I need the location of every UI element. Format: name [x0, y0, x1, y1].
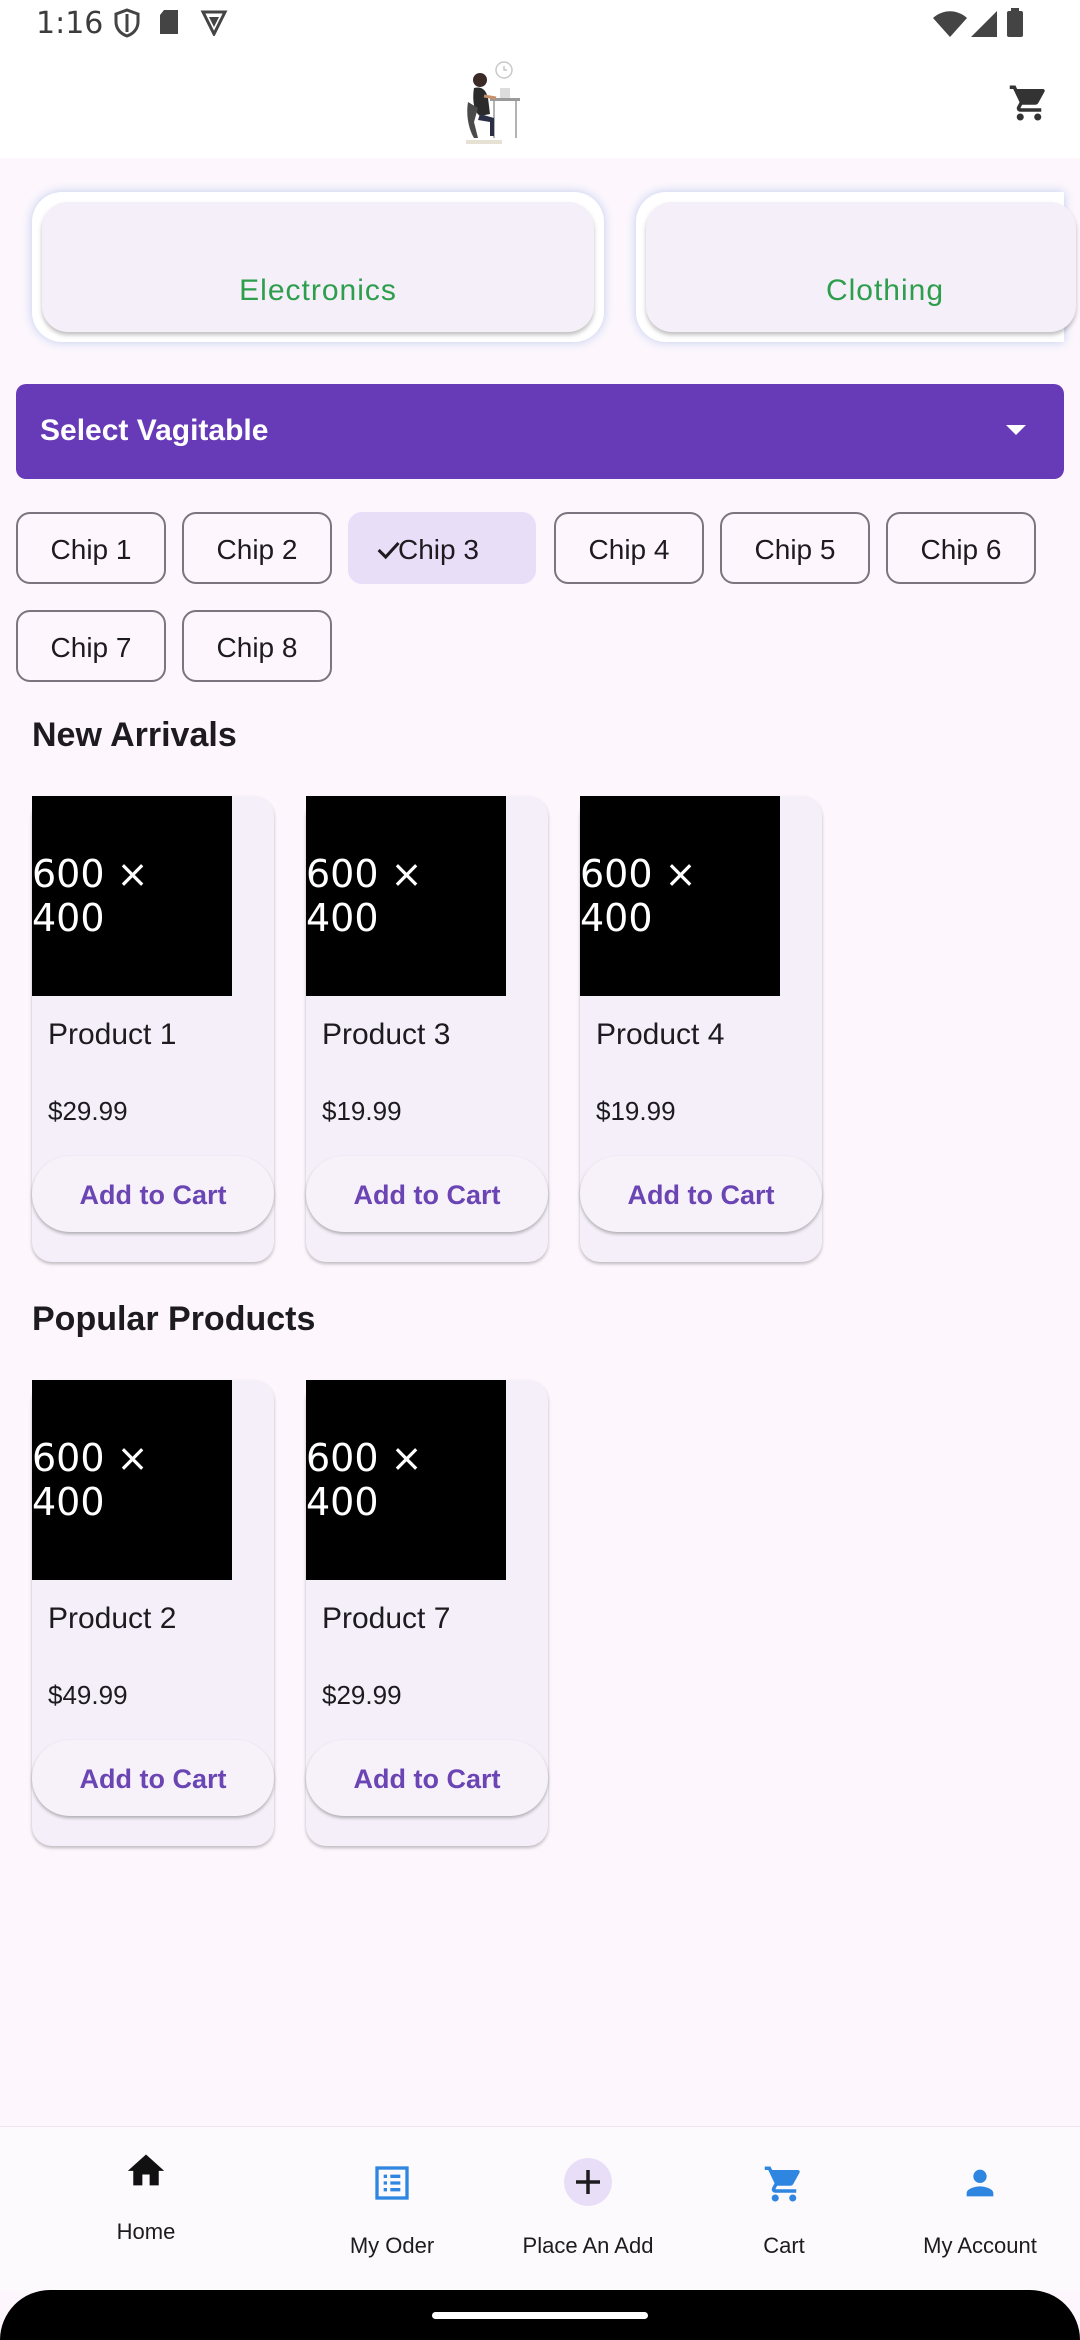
- nav-item-cart[interactable]: Cart: [684, 2127, 884, 2291]
- category-card-inner: Clothing: [646, 202, 1076, 332]
- chip-5[interactable]: Chip 5: [720, 512, 870, 584]
- category-label: Electronics: [239, 274, 397, 307]
- chip-label: Chip 1: [50, 534, 132, 565]
- chip-3[interactable]: Chip 3: [348, 512, 536, 584]
- sd-card-icon: [160, 10, 178, 34]
- dropdown-arrow-icon: [1006, 425, 1026, 435]
- add-circle-icon: [564, 2158, 612, 2206]
- product-price: $49.99: [48, 1680, 128, 1710]
- chip-label: Chip 6: [920, 534, 1002, 565]
- status-bar: 1:16: [0, 0, 1080, 50]
- product-name: Product 3: [322, 1018, 451, 1051]
- product-card[interactable]: 600 × 400 Product 4 $19.99 Add to Cart: [580, 796, 822, 1262]
- nav-label: Cart: [763, 2233, 805, 2258]
- app-logo: [466, 61, 520, 144]
- add-to-cart-label: Add to Cart: [353, 1180, 501, 1210]
- nav-item-my-account[interactable]: My Account: [880, 2127, 1080, 2291]
- chip-label: Chip 3: [398, 534, 479, 565]
- list-icon: [375, 2166, 409, 2200]
- app-bar: [0, 50, 1080, 158]
- product-card[interactable]: 600 × 400 Product 2 $49.99 Add to Cart: [32, 1380, 274, 1846]
- cart-icon: [764, 2166, 800, 2202]
- product-image: 600 × 400: [32, 1380, 232, 1580]
- nav-label: Home: [116, 2219, 176, 2244]
- category-card-electronics[interactable]: Electronics: [32, 192, 604, 342]
- bottom-navigation: Home My Oder Place An Add Cart My Accoun…: [0, 2126, 1080, 2291]
- add-to-cart-button[interactable]: Add to Cart: [306, 1156, 548, 1232]
- add-to-cart-button[interactable]: Add to Cart: [306, 1740, 548, 1816]
- chip-label: Chip 8: [216, 632, 298, 663]
- product-image: 600 × 400: [306, 1380, 506, 1580]
- vegetable-dropdown[interactable]: Select Vagitable: [16, 384, 1064, 479]
- nav-label: My Account: [923, 2233, 1037, 2258]
- add-to-cart-label: Add to Cart: [79, 1180, 227, 1210]
- home-icon: [127, 2154, 165, 2186]
- category-card-inner: Electronics: [42, 202, 594, 332]
- nav-item-home[interactable]: Home: [46, 2127, 246, 2291]
- cart-icon[interactable]: [1008, 82, 1050, 124]
- add-to-cart-label: Add to Cart: [353, 1764, 501, 1794]
- product-name: Product 2: [48, 1602, 177, 1635]
- chip-8[interactable]: Chip 8: [182, 610, 332, 682]
- wifi-icon: [933, 11, 967, 37]
- add-to-cart-label: Add to Cart: [79, 1764, 227, 1794]
- chip-7[interactable]: Chip 7: [16, 610, 166, 682]
- nav-item-place-an-add[interactable]: Place An Add: [488, 2127, 688, 2291]
- section-title-new-arrivals: New Arrivals: [32, 716, 237, 754]
- status-time: 1:16: [36, 6, 104, 41]
- product-price: $29.99: [48, 1096, 128, 1126]
- product-image: 600 × 400: [306, 796, 506, 996]
- product-price: $19.99: [596, 1096, 676, 1126]
- person-icon: [966, 2169, 994, 2197]
- chip-2[interactable]: Chip 2: [182, 512, 332, 584]
- chip-1[interactable]: Chip 1: [16, 512, 166, 584]
- gesture-area: [0, 2290, 1080, 2340]
- product-card[interactable]: 600 × 400 Product 7 $29.99 Add to Cart: [306, 1380, 548, 1846]
- nav-item-my-order[interactable]: My Oder: [292, 2127, 492, 2291]
- product-card[interactable]: 600 × 400 Product 3 $19.99 Add to Cart: [306, 796, 548, 1262]
- chip-label: Chip 7: [50, 632, 132, 663]
- product-name: Product 1: [48, 1018, 177, 1051]
- product-name: Product 7: [322, 1602, 451, 1635]
- chip-label: Chip 4: [588, 534, 670, 565]
- dropdown-label: Select Vagitable: [40, 414, 269, 447]
- add-to-cart-button[interactable]: Add to Cart: [580, 1156, 822, 1232]
- product-image: 600 × 400: [580, 796, 780, 996]
- add-to-cart-label: Add to Cart: [627, 1180, 775, 1210]
- home-gesture-bar[interactable]: [432, 2312, 648, 2319]
- product-image: 600 × 400: [32, 796, 232, 996]
- chip-label: Chip 2: [216, 534, 298, 565]
- chip-label: Chip 5: [754, 534, 836, 565]
- shield-icon: [114, 8, 140, 38]
- battery-icon: [1007, 8, 1023, 37]
- add-to-cart-button[interactable]: Add to Cart: [32, 1740, 274, 1816]
- category-card-clothing[interactable]: Clothing: [636, 192, 1076, 342]
- product-price: $19.99: [322, 1096, 402, 1126]
- vpn-icon: [200, 10, 228, 36]
- nav-label: Place An Add: [522, 2233, 654, 2258]
- section-title-popular-products: Popular Products: [32, 1300, 316, 1338]
- signal-icon: [971, 11, 997, 37]
- product-price: $29.99: [322, 1680, 402, 1710]
- product-card[interactable]: 600 × 400 Product 1 $29.99 Add to Cart: [32, 796, 274, 1262]
- nav-label: My Oder: [349, 2233, 435, 2258]
- product-name: Product 4: [596, 1018, 725, 1051]
- category-label: Clothing: [825, 274, 945, 307]
- chip-4[interactable]: Chip 4: [554, 512, 704, 584]
- chip-6[interactable]: Chip 6: [886, 512, 1036, 584]
- add-to-cart-button[interactable]: Add to Cart: [32, 1156, 274, 1232]
